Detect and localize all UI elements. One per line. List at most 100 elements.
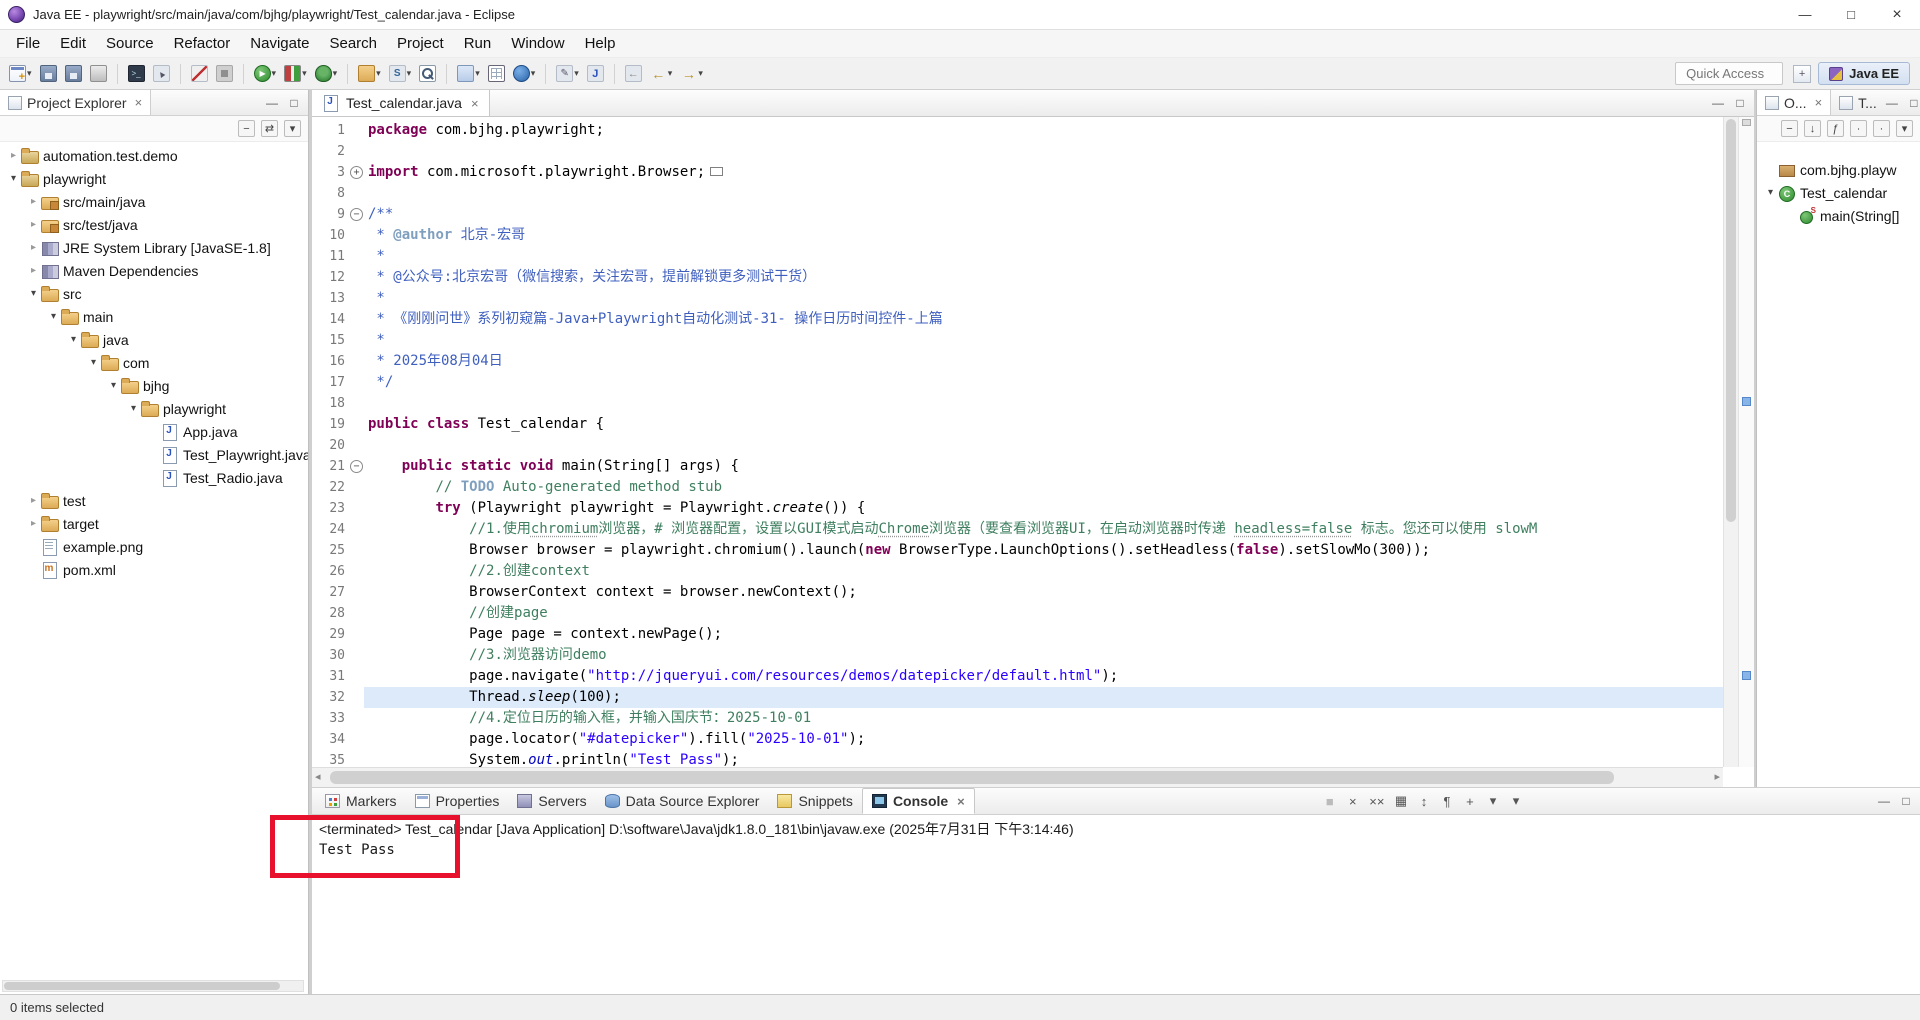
- menu-search[interactable]: Search: [319, 30, 387, 57]
- menu-run[interactable]: Run: [454, 30, 502, 57]
- code-line[interactable]: 24 //1.使用chromium浏览器，# 浏览器配置，设置以GUI模式启动C…: [312, 519, 1723, 540]
- link-with-editor-icon[interactable]: ⇄: [261, 120, 278, 137]
- maximize-view-icon[interactable]: □: [287, 96, 301, 110]
- close-tab-icon[interactable]: ×: [471, 96, 479, 111]
- tree-item-test-calendar[interactable]: ▾ Test_calendar: [1757, 181, 1920, 204]
- new-wizard-button[interactable]: ▾: [6, 63, 35, 84]
- tree-item-target[interactable]: ▸ target: [0, 512, 308, 535]
- scrollbar-thumb[interactable]: [1726, 119, 1736, 522]
- scrollbar-thumb[interactable]: [4, 982, 280, 990]
- tree-item-test-radio-java[interactable]: Test_Radio.java: [0, 466, 308, 489]
- code-line[interactable]: 12 * @公众号:北京宏哥（微信搜索，关注宏哥，提前解锁更多测试干货）: [312, 267, 1723, 288]
- menu-project[interactable]: Project: [387, 30, 454, 57]
- tree-item-src-main-java[interactable]: ▸ src/main/java: [0, 190, 308, 213]
- word-wrap-icon[interactable]: ¶: [1440, 794, 1453, 809]
- occurrence-marker-icon[interactable]: [1742, 397, 1751, 406]
- code-line[interactable]: 19 public class Test_calendar {: [312, 414, 1723, 435]
- dropdown-arrow-icon[interactable]: ▾: [272, 68, 277, 79]
- code-line[interactable]: 2: [312, 141, 1723, 162]
- code-line[interactable]: 14 * 《刚刚问世》系列初窥篇-Java+Playwright自动化测试-31…: [312, 309, 1723, 330]
- fold-expanded-icon[interactable]: −: [350, 208, 363, 221]
- expand-arrow-icon[interactable]: ▸: [26, 495, 41, 506]
- coverage-button[interactable]: ▾: [281, 63, 310, 84]
- tree-item-pom-xml[interactable]: pom.xml: [0, 558, 308, 581]
- maximize-window-button[interactable]: □: [1828, 0, 1874, 29]
- minimize-view-icon[interactable]: —: [1877, 794, 1891, 808]
- tab-properties[interactable]: Properties: [406, 788, 509, 814]
- new-servlet-button[interactable]: ▾: [386, 63, 415, 84]
- close-tab-icon[interactable]: ×: [957, 794, 965, 809]
- tree-item-test[interactable]: ▸ test: [0, 489, 308, 512]
- terminate-icon[interactable]: ■: [1323, 794, 1336, 809]
- menu-source[interactable]: Source: [96, 30, 164, 57]
- close-tab-icon[interactable]: ×: [135, 95, 143, 110]
- minimize-window-button[interactable]: —: [1782, 0, 1828, 29]
- hide-non-public-icon[interactable]: ·: [1873, 120, 1890, 137]
- new-java-project-button[interactable]: ▾: [355, 63, 384, 84]
- collapse-all-icon[interactable]: −: [238, 120, 255, 137]
- sort-icon[interactable]: ↓: [1804, 120, 1821, 137]
- run-button[interactable]: ▾: [251, 63, 280, 84]
- code-line[interactable]: 23 try (Playwright playwright = Playwrig…: [312, 498, 1723, 519]
- hide-fields-icon[interactable]: ƒ: [1827, 120, 1844, 137]
- view-menu-icon[interactable]: ▾: [284, 120, 301, 137]
- tab-snippets[interactable]: Snippets: [768, 788, 861, 814]
- open-perspective-icon[interactable]: +: [1793, 64, 1812, 83]
- view-menu-icon[interactable]: ▾: [1896, 120, 1913, 137]
- explorer-hscrollbar[interactable]: [2, 980, 304, 992]
- code-line[interactable]: 22 // TODO Auto-generated method stub: [312, 477, 1723, 498]
- code-line[interactable]: 1 package com.bjhg.playwright;: [312, 120, 1723, 141]
- tree-item-src[interactable]: ▾ src: [0, 282, 308, 305]
- collapse-arrow-icon[interactable]: ▾: [106, 380, 121, 391]
- tree-item-automation-test-demo[interactable]: ▸ automation.test.demo: [0, 144, 308, 167]
- tree-item-example-png[interactable]: example.png: [0, 535, 308, 558]
- code-line[interactable]: 21− public static void main(String[] arg…: [312, 456, 1723, 477]
- tab-data-source-explorer[interactable]: Data Source Explorer: [596, 788, 769, 814]
- annotations-button[interactable]: ▾: [553, 63, 582, 84]
- expand-arrow-icon[interactable]: ▸: [6, 150, 21, 161]
- expand-arrow-icon[interactable]: ▸: [26, 242, 41, 253]
- quick-access-field[interactable]: Quick Access: [1675, 62, 1784, 85]
- minimize-view-icon[interactable]: —: [265, 96, 279, 110]
- display-selected-console-icon[interactable]: ▾: [1486, 793, 1499, 809]
- editor-vscrollbar[interactable]: [1723, 117, 1738, 767]
- minimize-view-icon[interactable]: —: [1885, 96, 1899, 110]
- forward-button[interactable]: ▾: [677, 63, 706, 84]
- code-line[interactable]: 34 page.locator("#datepicker").fill("202…: [312, 729, 1723, 750]
- tree-item-com[interactable]: ▾ com: [0, 351, 308, 374]
- menu-help[interactable]: Help: [575, 30, 626, 57]
- code-line[interactable]: 33 //4.定位日历的输入框，并输入国庆节：2025-10-01: [312, 708, 1723, 729]
- remove-launch-icon[interactable]: ×: [1346, 794, 1359, 809]
- dropdown-arrow-icon[interactable]: ▾: [27, 68, 32, 79]
- maximize-view-icon[interactable]: □: [1899, 794, 1913, 808]
- tab-project-explorer[interactable]: Project Explorer ×: [0, 90, 152, 115]
- dropdown-arrow-icon[interactable]: ▾: [475, 68, 480, 79]
- pin-console-icon[interactable]: +: [1463, 794, 1476, 809]
- code-line[interactable]: 11 *: [312, 246, 1723, 267]
- collapse-all-icon[interactable]: −: [1781, 120, 1798, 137]
- console-view[interactable]: <terminated> Test_calendar [Java Applica…: [312, 816, 1920, 994]
- open-terminal-button[interactable]: [125, 63, 148, 84]
- code-line[interactable]: 29 Page page = context.newPage();: [312, 624, 1723, 645]
- code-line[interactable]: 3 + import com.microsoft.playwright.Browse…: [312, 162, 1723, 183]
- code-line[interactable]: 32 Thread.sleep(100);: [312, 687, 1723, 708]
- expand-arrow-icon[interactable]: ▸: [26, 265, 41, 276]
- collapse-arrow-icon[interactable]: ▾: [66, 334, 81, 345]
- code-line[interactable]: 17 */: [312, 372, 1723, 393]
- code-line[interactable]: 26 //2.创建context: [312, 561, 1723, 582]
- last-edit-button[interactable]: [622, 63, 645, 84]
- close-tab-icon[interactable]: ×: [1815, 95, 1823, 110]
- dropdown-arrow-icon[interactable]: ▾: [407, 68, 412, 79]
- code-editor[interactable]: 1 package com.bjhg.playwright; 2 3 + import c…: [312, 117, 1723, 767]
- expand-arrow-icon[interactable]: ▸: [26, 196, 41, 207]
- java-element-button[interactable]: [584, 63, 607, 84]
- code-line[interactable]: 20: [312, 435, 1723, 456]
- tree-item-app-java[interactable]: App.java: [0, 420, 308, 443]
- tab-console[interactable]: Console ×: [861, 788, 975, 814]
- collapse-arrow-icon[interactable]: ▾: [46, 311, 61, 322]
- select-button[interactable]: [150, 63, 173, 84]
- collapse-arrow-icon[interactable]: ▾: [126, 403, 141, 414]
- menu-file[interactable]: File: [6, 30, 50, 57]
- scrollbar-thumb[interactable]: [330, 771, 1614, 784]
- hide-static-members-icon[interactable]: ∙: [1850, 120, 1867, 137]
